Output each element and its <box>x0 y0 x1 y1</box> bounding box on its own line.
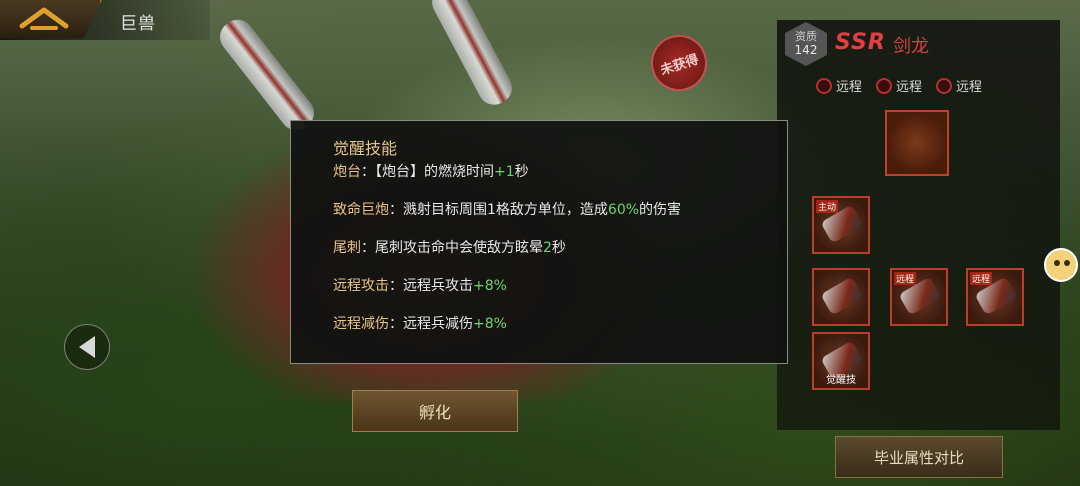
awaken-skill-tag: 觉醒技 <box>826 375 856 386</box>
skill-line-sep: ： <box>361 240 375 256</box>
skill-line-text: 远程兵攻击 <box>403 278 473 294</box>
skill-line-name: 尾刺 <box>333 240 361 256</box>
skill-line-text: 尾刺攻击命中会使敌方眩晕 <box>375 240 543 256</box>
ranged-icon <box>876 77 893 94</box>
skill-line-sep: ： <box>361 164 375 180</box>
ranged-skill-tag: 远程 <box>970 272 993 285</box>
skill-line-sep: ： <box>389 278 403 294</box>
range-tag: 远程 <box>936 76 982 95</box>
range-tag-label: 远程 <box>836 80 863 95</box>
skill-line-text: 远程兵减伤 <box>403 316 473 332</box>
dino-name: 剑龙 <box>893 36 929 57</box>
ranged-icon <box>816 77 832 94</box>
skill-line-name: 致命巨炮 <box>333 202 389 218</box>
skill-line-text: 秒 <box>551 240 566 256</box>
skill-slot-active[interactable]: 主动 <box>812 196 870 254</box>
skill-slot-awaken[interactable]: 觉醒技 <box>812 332 870 390</box>
back-arrow-icon <box>19 7 69 30</box>
hatch-button[interactable]: 孵化 <box>352 390 518 432</box>
range-tags: 远程 远程 远程 <box>816 76 982 95</box>
range-tag-label: 远程 <box>956 80 983 95</box>
skill-slot-ranged-attack[interactable]: 远程 <box>890 268 948 326</box>
graduation-compare-button[interactable]: 毕业属性对比 <box>835 436 1003 478</box>
cat-assistant-icon[interactable] <box>1044 248 1078 282</box>
chevron-left-icon <box>79 336 95 358</box>
range-tag: 远程 <box>876 76 922 95</box>
skill-line: 炮台：【炮台】的燃烧时间+1秒 <box>333 161 529 181</box>
back-button[interactable] <box>0 0 102 38</box>
skill-line-value: 2 <box>543 240 552 256</box>
page-title: 巨兽 <box>120 14 156 34</box>
skill-line-value: 60% <box>607 202 640 218</box>
range-tag: 远程 <box>816 76 862 95</box>
skill-line-value: +1 <box>494 164 515 180</box>
rarity-badge: SSR <box>835 30 886 55</box>
skill-line-name: 炮台 <box>333 164 361 180</box>
range-tag-label: 远程 <box>896 80 923 95</box>
skill-line: 远程攻击：远程兵攻击+8% <box>333 275 507 295</box>
skill-line: 尾刺：尾刺攻击命中会使敌方眩晕2秒 <box>333 237 566 257</box>
skill-line-text: 溅射目标周围1格敌方单位，造成 <box>403 202 608 218</box>
previous-dino-button[interactable] <box>64 324 110 370</box>
skill-line-sep: ： <box>389 202 403 218</box>
awaken-skill-popup: 觉醒技能 炮台：【炮台】的燃烧时间+1秒 致命巨炮：溅射目标周围1格敌方单位，造… <box>290 120 788 364</box>
skill-slot-tail[interactable] <box>812 268 870 326</box>
skill-line: 致命巨炮：溅射目标周围1格敌方单位，造成60%的伤害 <box>333 199 681 219</box>
popup-title: 觉醒技能 <box>333 139 398 158</box>
skill-slot-ranged-defense[interactable]: 远程 <box>966 268 1024 326</box>
skill-line-text: 的伤害 <box>639 202 682 218</box>
skill-line-name: 远程减伤 <box>333 316 389 332</box>
weapon-slot-rocket[interactable] <box>885 110 949 176</box>
skill-line: 远程减伤：远程兵减伤+8% <box>333 313 507 333</box>
top-bar: 巨兽 <box>0 0 210 40</box>
skill-line-value: +8% <box>473 316 507 332</box>
ranged-skill-tag: 远程 <box>894 272 917 285</box>
skill-line-value: +8% <box>473 278 507 294</box>
skill-line-name: 远程攻击 <box>333 278 389 294</box>
active-skill-tag: 主动 <box>816 200 839 213</box>
quality-label: 资质 <box>795 30 817 43</box>
skill-line-text: 秒 <box>514 164 529 180</box>
tail-spike-skill-icon <box>820 276 864 316</box>
skill-line-sep: ： <box>389 316 403 332</box>
skill-line-text: 【炮台】的燃烧时间 <box>375 164 494 180</box>
ranged-icon <box>936 77 953 94</box>
quality-value: 142 <box>794 43 818 57</box>
